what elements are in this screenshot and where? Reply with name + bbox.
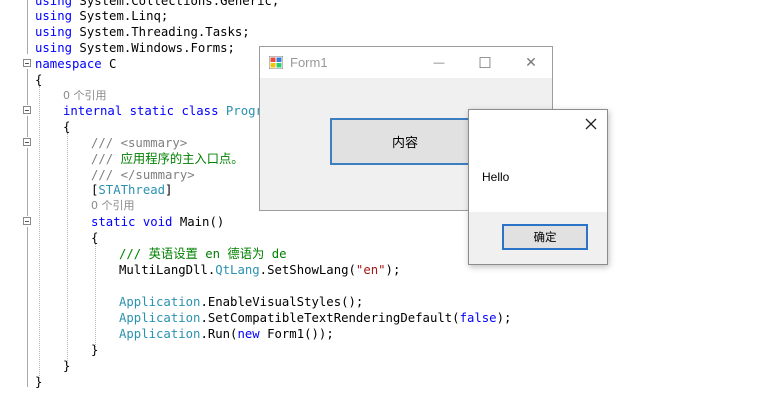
indent-guide [39, 86, 40, 378]
reference-count-link[interactable]: 0 个引用 [91, 198, 135, 214]
indent-guide [67, 133, 68, 363]
close-button[interactable]: ✕ [508, 47, 554, 78]
fold-summary-icon[interactable] [23, 138, 31, 146]
code-line: } [91, 343, 99, 357]
close-icon: ✕ [525, 54, 537, 70]
message-text: Hello [482, 170, 510, 184]
indent-guide [95, 244, 96, 347]
minimize-icon: — [433, 56, 445, 69]
code-line: /// 应用程序的主入口点。 [91, 152, 244, 166]
code-line: namespace C [35, 57, 117, 71]
code-line: } [63, 359, 71, 373]
window-title: Form1 [290, 55, 328, 70]
fold-line [27, 116, 28, 137]
maximize-icon: ☐ [478, 54, 492, 72]
code-line: } [35, 375, 43, 389]
ok-button-label: 确定 [533, 232, 557, 244]
minimize-button[interactable]: — [416, 47, 462, 78]
code-line: using System.Threading.Tasks; [35, 25, 250, 39]
fold-class-icon[interactable] [23, 106, 31, 114]
fold-line [27, 227, 28, 387]
fold-namespace-icon[interactable] [23, 59, 31, 67]
ok-button[interactable]: 确定 [502, 224, 588, 250]
code-line: using System.Linq; [35, 9, 169, 23]
winforms-app-icon [269, 56, 283, 69]
code-line: static void Main() [91, 215, 225, 229]
code-line: [STAThread] [91, 183, 173, 197]
code-line: { [91, 231, 99, 245]
content-button[interactable]: 内容 [330, 118, 480, 165]
code-line: Application.EnableVisualStyles(); [119, 295, 364, 309]
code-line: Application.SetCompatibleTextRenderingDe… [119, 311, 512, 325]
content-button-label: 内容 [391, 135, 418, 150]
fold-main-icon[interactable] [23, 217, 31, 225]
fold-line [27, 0, 28, 54]
dialog-footer: 确定 [469, 212, 607, 264]
message-box-dialog[interactable]: Hello 确定 [468, 109, 608, 265]
code-line: using System.Windows.Forms; [35, 41, 235, 55]
maximize-button[interactable]: ☐ [462, 47, 508, 78]
code-line: /// <summary> [91, 136, 188, 150]
code-line: Application.Run(new Form1()); [119, 327, 334, 341]
code-line: { [35, 73, 43, 87]
code-line: /// 英语设置 en 德语为 de [119, 247, 287, 261]
fold-line [27, 148, 28, 216]
fold-line [27, 69, 28, 105]
code-line: MultiLangDll.QtLang.SetShowLang("en"); [119, 263, 401, 277]
close-icon[interactable] [583, 116, 599, 132]
code-line: { [63, 120, 71, 134]
code-line: internal static class Progra [63, 104, 271, 118]
title-bar[interactable]: Form1 — ☐ ✕ [260, 47, 552, 78]
reference-count-link[interactable]: 0 个引用 [63, 88, 107, 104]
code-line: /// </summary> [91, 168, 195, 182]
